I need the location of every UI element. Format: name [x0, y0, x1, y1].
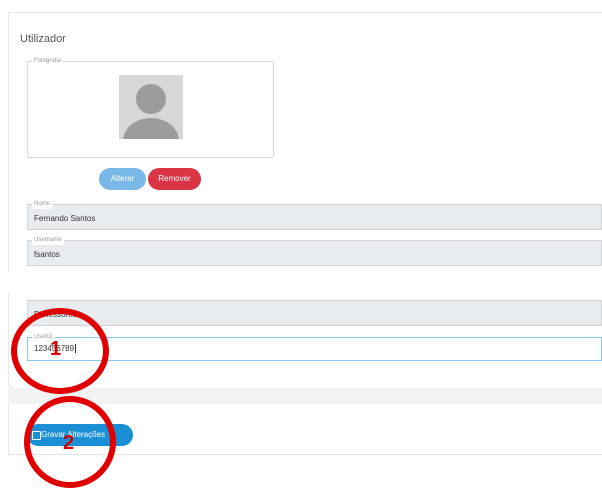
name-value: Fernando Santos [34, 214, 96, 223]
userid-field[interactable]: UserID 123456789 [27, 332, 602, 361]
username-field[interactable]: Username fsantos [27, 235, 602, 266]
username-value: fsantos [34, 250, 60, 259]
change-photo-button[interactable]: Alterar [99, 168, 146, 190]
photo-legend: Fotografia [32, 56, 64, 66]
remove-photo-button[interactable]: Remover [148, 168, 201, 190]
avatar-placeholder-icon [119, 75, 183, 139]
username-legend: Username [32, 235, 64, 245]
name-legend: Nome [32, 199, 53, 209]
group-field[interactable]: Professores [27, 300, 602, 326]
avatar-head [136, 84, 166, 114]
section-title: Utilizador [20, 33, 66, 45]
annotation-number-2: 2 [63, 432, 75, 454]
annotation-number-1: 1 [50, 338, 62, 360]
name-field[interactable]: Nome Fernando Santos [27, 199, 602, 230]
avatar-body [123, 118, 179, 139]
card-gap [8, 388, 602, 404]
screenshot-cut [8, 272, 602, 294]
